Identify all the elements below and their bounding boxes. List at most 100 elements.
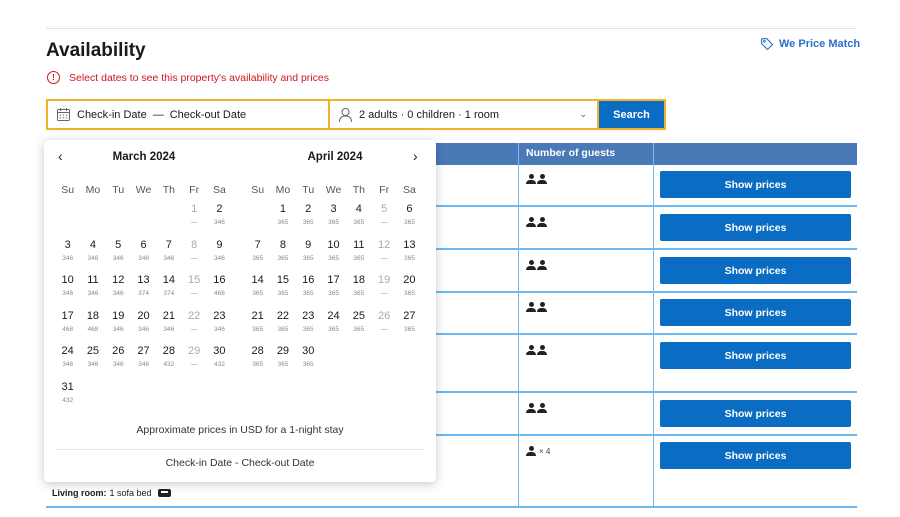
calendar-day[interactable]: 20 346 [131, 310, 156, 346]
calendar-day[interactable]: 26 346 [106, 345, 131, 381]
calendar-day[interactable]: 10 346 [55, 274, 80, 310]
calendar-day[interactable]: 2 346 [207, 203, 232, 239]
calendar-day[interactable]: 30 365 [296, 345, 321, 381]
living-room-label: Living room: [52, 488, 107, 498]
show-prices-button[interactable]: Show prices [660, 342, 851, 369]
calendar-day[interactable]: 16 468 [207, 274, 232, 310]
date-separator: — [152, 108, 164, 121]
show-prices-button[interactable]: Show prices [660, 214, 851, 241]
show-prices-button[interactable]: Show prices [660, 171, 851, 198]
calendar-day[interactable]: 17 468 [55, 310, 80, 346]
day-price: 365 [252, 361, 264, 368]
empty-cell [106, 203, 131, 239]
day-price: 346 [112, 290, 124, 297]
header-divider [518, 143, 519, 165]
day-number: 30 [302, 345, 315, 357]
date-range-field[interactable]: Check-in Date — Check-out Date [46, 99, 329, 130]
calendar-day[interactable]: 6 346 [131, 239, 156, 275]
day-price: 374 [163, 290, 175, 297]
calendar-day[interactable]: 9 346 [207, 239, 232, 275]
calendar-day[interactable]: 22 365 [270, 310, 295, 346]
empty-cell [245, 203, 270, 239]
day-number: 8 [191, 238, 198, 251]
calendar-day[interactable]: 24 346 [55, 345, 80, 381]
day-price: 365 [328, 254, 339, 262]
calendar-day[interactable]: 14 374 [156, 274, 181, 310]
price-match-link[interactable]: We Price Match [760, 37, 860, 51]
calendar-day[interactable]: 21 346 [156, 310, 181, 346]
day-price: 468 [62, 325, 74, 333]
calendar-day: 15 — [181, 274, 206, 310]
show-prices-button[interactable]: Show prices [660, 400, 851, 427]
calendar-day[interactable]: 28 432 [156, 345, 181, 381]
calendar-day[interactable]: 11 365 [346, 239, 371, 275]
calendar-day[interactable]: 11 346 [80, 274, 105, 310]
calendar-day[interactable]: 25 346 [80, 345, 105, 381]
calendar-day[interactable]: 6 365 [397, 203, 422, 239]
calendar-day[interactable]: 25 365 [346, 310, 371, 346]
calendar-day[interactable]: 27 346 [131, 345, 156, 381]
show-prices-button[interactable]: Show prices [660, 257, 851, 284]
guests-selector[interactable]: 2 adults · 0 children · 1 room ⌄ [329, 99, 597, 130]
day-price: 365 [302, 361, 314, 368]
calendar-day[interactable]: 19 346 [106, 310, 131, 346]
calendar-day: 22 — [181, 310, 206, 346]
calendar-day[interactable]: 18 365 [346, 274, 371, 310]
day-number: 1 [279, 203, 286, 215]
day-number: 13 [137, 274, 150, 286]
calendar-day[interactable]: 5 346 [106, 239, 131, 275]
calendar-day[interactable]: 23 365 [296, 310, 321, 346]
calendar-day[interactable]: 10 365 [321, 239, 346, 275]
calendar-day[interactable]: 3 346 [55, 239, 80, 275]
calendar-day[interactable]: 2 365 [296, 203, 321, 239]
day-number: 30 [213, 345, 226, 357]
calendar-day[interactable]: 14 365 [245, 274, 270, 310]
calendar-day[interactable]: 13 374 [131, 274, 156, 310]
day-number: 14 [162, 274, 175, 286]
day-price: 346 [138, 325, 149, 333]
day-price: 432 [214, 361, 225, 368]
show-prices-button[interactable]: Show prices [660, 299, 851, 326]
calendar-day: 29 — [181, 345, 206, 381]
day-price: — [190, 219, 198, 226]
day-price: 365 [353, 290, 365, 297]
calendar-day[interactable]: 23 346 [207, 310, 232, 346]
calendar-day[interactable]: 16 365 [296, 274, 321, 310]
day-number: 28 [251, 345, 264, 357]
calendar-day[interactable]: 17 365 [321, 274, 346, 310]
search-button[interactable]: Search [597, 99, 666, 130]
day-price: 365 [328, 325, 339, 333]
day-price: 346 [163, 325, 175, 333]
calendar-day[interactable]: 3 365 [321, 203, 346, 239]
calendar-day[interactable]: 21 365 [245, 310, 270, 346]
calendar-day[interactable]: 7 346 [156, 239, 181, 275]
calendar-day[interactable]: 12 346 [106, 274, 131, 310]
calendar-day[interactable]: 31 432 [55, 381, 80, 417]
month-title-march: March 2024 [112, 151, 176, 163]
calendar-day[interactable]: 1 365 [270, 203, 295, 239]
week-row: 10 346 11 346 12 346 13 374 14 374 15 — 16 468 [55, 274, 231, 310]
show-prices-button[interactable]: Show prices [660, 442, 851, 469]
calendar-day[interactable]: 18 468 [80, 310, 105, 346]
calendar-day[interactable]: 8 365 [270, 239, 295, 275]
week-row: 7 365 8 365 9 365 10 365 11 365 12—13 365 [245, 239, 421, 275]
calendar-day[interactable]: 13 365 [397, 239, 422, 275]
calendar-day[interactable]: 4 365 [346, 203, 371, 239]
day-number: 25 [86, 345, 100, 357]
day-price: 346 [138, 254, 149, 262]
calendar-day[interactable]: 27 365 [397, 310, 422, 346]
calendar-day[interactable]: 7 365 [245, 239, 270, 275]
day-price: 365 [353, 254, 365, 262]
calendar-day[interactable]: 4 346 [80, 239, 105, 275]
calendar-day[interactable]: 9 365 [296, 239, 321, 275]
selected-range-label: Check-in Date - Check-out Date [165, 457, 315, 469]
calendar-day[interactable]: 24 365 [321, 310, 346, 346]
weekday-header: Su Mo Tu We Th Fr Sa [245, 184, 421, 203]
day-price: 346 [214, 325, 225, 333]
row-divider [46, 506, 857, 508]
calendar-day[interactable]: 15 365 [270, 274, 295, 310]
calendar-day[interactable]: 30 432 [207, 345, 232, 381]
calendar-day[interactable]: 28 365 [245, 345, 270, 381]
calendar-day[interactable]: 20 365 [397, 274, 422, 310]
calendar-day[interactable]: 29 365 [270, 345, 295, 381]
